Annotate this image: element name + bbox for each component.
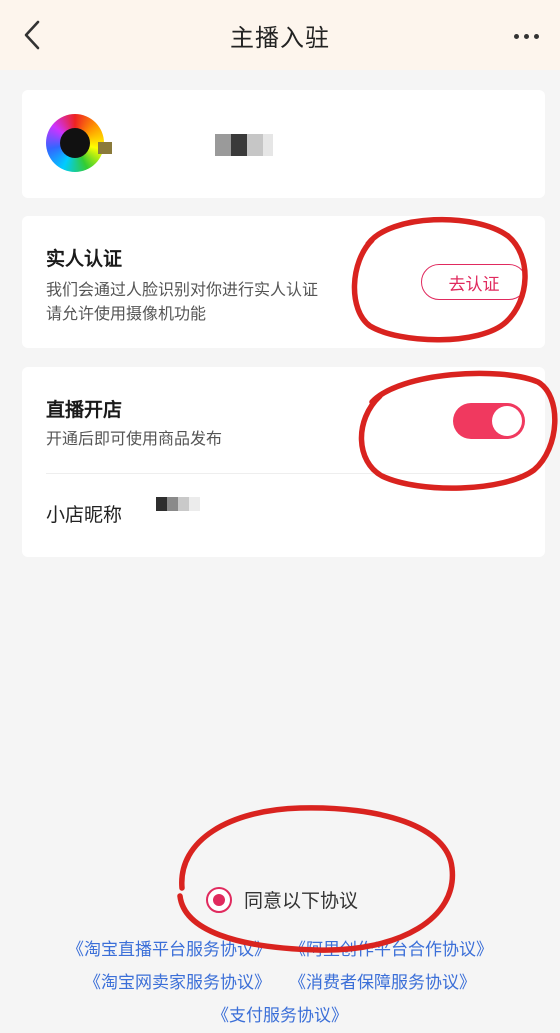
more-dots-icon [513,33,519,39]
radio-dot [213,893,225,906]
avatar-badge [98,142,112,154]
live-shop-title: 直播开店 [46,399,123,421]
shop-nickname-label: 小店昵称 [46,504,123,526]
agreement-link-2[interactable]: 《阿里创作平台合作协议》 [289,940,493,960]
header-bar: 主播入驻 [0,0,560,70]
avatar[interactable] [46,114,104,172]
back-button[interactable] [14,16,50,54]
page-title: 主播入驻 [230,23,330,52]
profile-card [22,90,545,198]
agreement-link-3[interactable]: 《淘宝网卖家服务协议》 [84,973,271,993]
agree-radio[interactable] [206,886,232,913]
more-button[interactable] [504,18,548,54]
verification-desc-line2: 请允许使用摄像机功能 [46,304,207,323]
verification-card: 实人认证 我们会通过人脸识别对你进行实人认证 请允许使用摄像机功能 去认证 [22,216,545,348]
verification-title: 实人认证 [46,248,123,270]
live-shop-desc: 开通后即可使用商品发布 [46,429,223,448]
toggle-knob [492,406,522,436]
go-verify-button[interactable]: 去认证 [421,264,527,300]
agreement-link-4[interactable]: 《消费者保障服务协议》 [289,973,476,993]
annotation-circle-agree [177,805,456,953]
back-arrow-icon [24,20,40,50]
divider [46,473,521,474]
agreement-row: 同意以下协议 [206,886,358,913]
agreement-links: 《淘宝直播平台服务协议》 《阿里创作平台合作协议》 《淘宝网卖家服务协议》 《消费者… [0,934,560,1033]
live-shop-card: 直播开店 开通后即可使用商品发布 小店昵称 [22,367,545,557]
username-blurred [215,134,279,156]
verification-desc-line1: 我们会通过人脸识别对你进行实人认证 [46,280,319,299]
shop-nickname-value-blurred[interactable] [156,497,200,511]
agree-label[interactable]: 同意以下协议 [244,886,358,913]
live-shop-toggle[interactable] [453,403,525,439]
agreement-link-1[interactable]: 《淘宝直播平台服务协议》 [67,940,271,960]
agreement-link-5[interactable]: 《支付服务协议》 [212,1006,348,1026]
